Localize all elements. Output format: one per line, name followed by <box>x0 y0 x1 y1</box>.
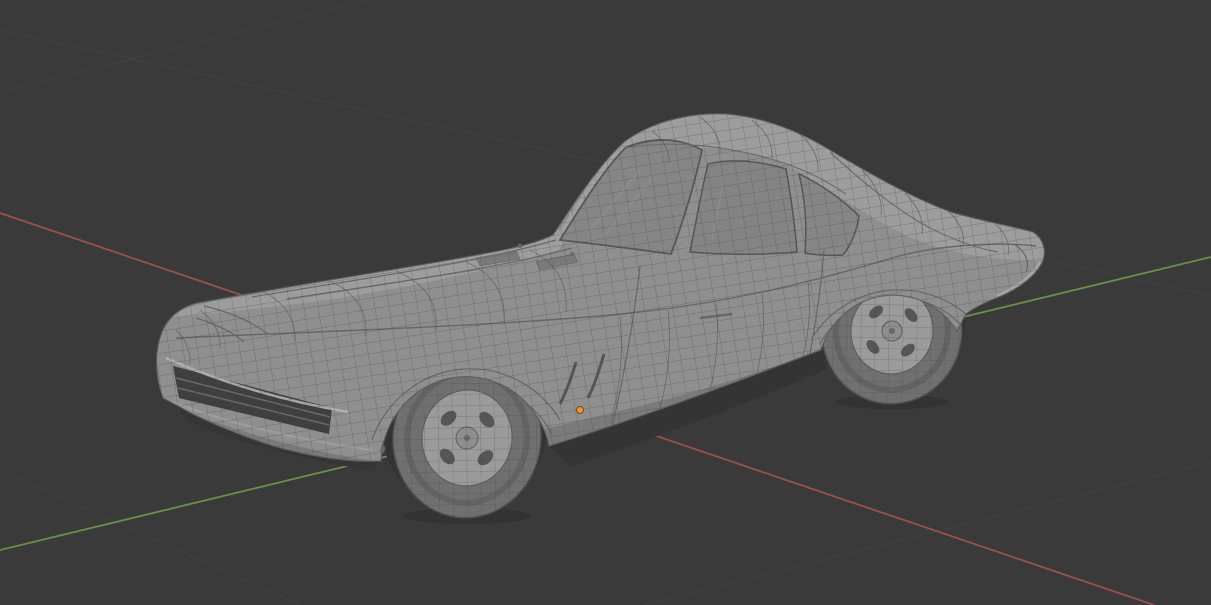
viewport-canvas <box>0 0 1211 605</box>
object-origin-dot <box>576 406 584 414</box>
3d-viewport[interactable] <box>0 0 1211 605</box>
